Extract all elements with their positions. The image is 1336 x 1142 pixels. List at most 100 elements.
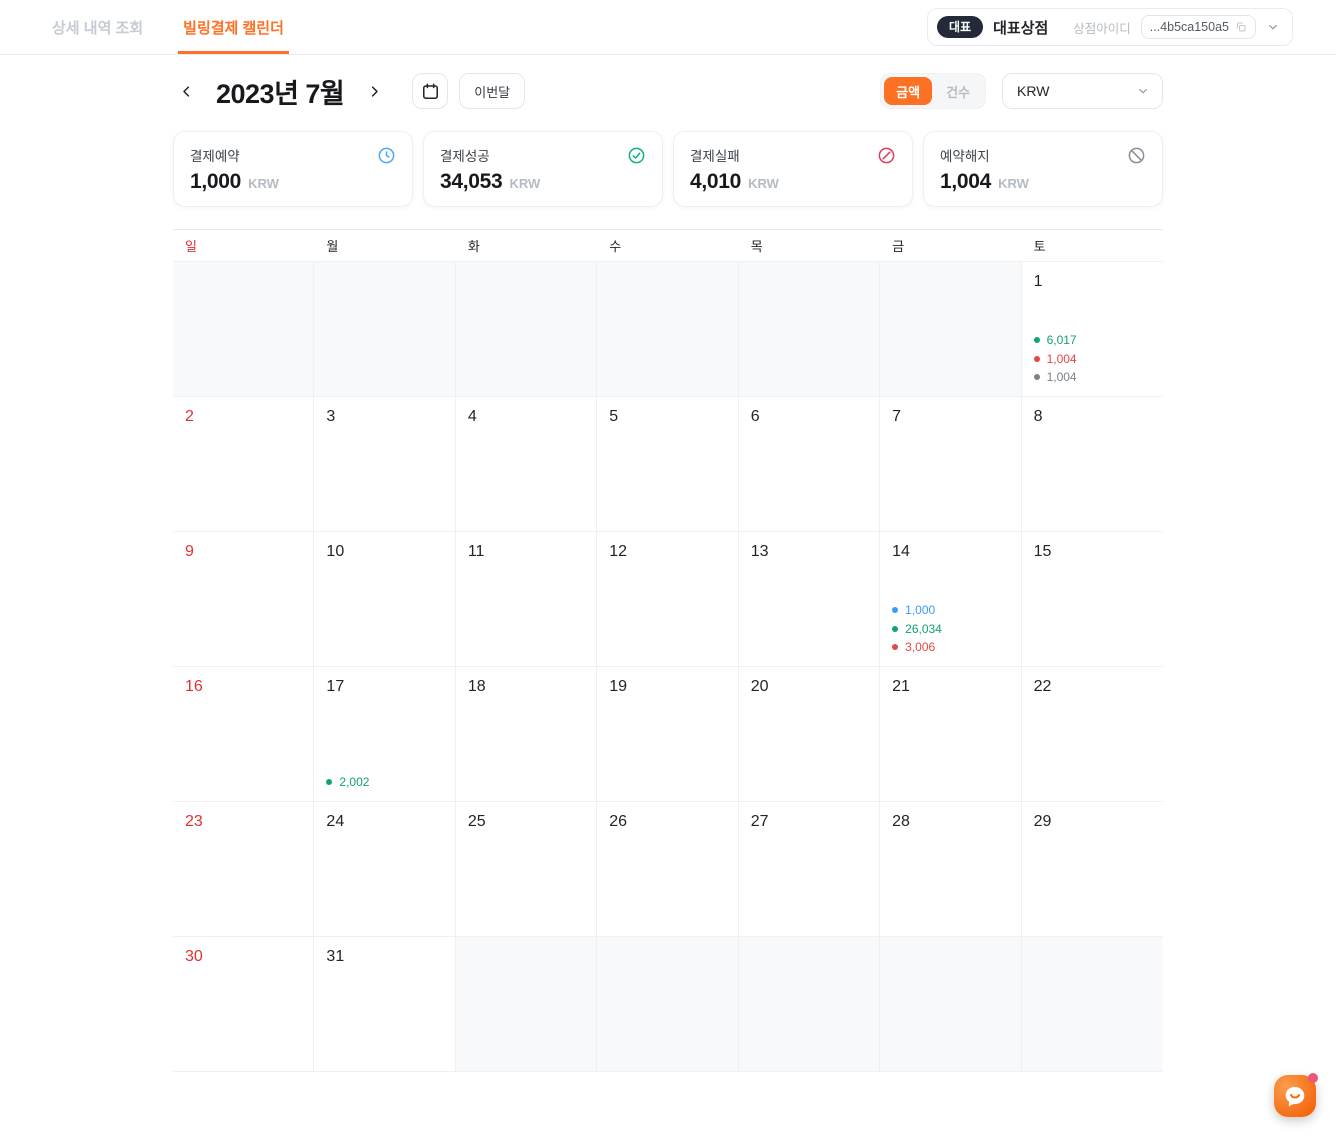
day-number: 5	[609, 407, 725, 426]
calendar-day-cell[interactable]: 19	[597, 667, 738, 802]
calendar-day-cell[interactable]: 12	[597, 532, 738, 667]
payment-entry: 1,000	[892, 603, 1008, 617]
card-payment-scheduled: 결제예약 1,000 KRW	[173, 131, 413, 207]
payment-entry: 2,002	[326, 775, 442, 789]
day-number: 25	[468, 812, 584, 831]
merchant-id-text: ...4b5ca150a5	[1150, 20, 1229, 34]
card-currency: KRW	[748, 176, 779, 191]
calendar-day-cell[interactable]: 25	[456, 802, 597, 937]
calendar-day-cell[interactable]: 9	[173, 532, 314, 667]
weekday-label: 일	[173, 236, 314, 255]
calendar-day-cell[interactable]: 11	[456, 532, 597, 667]
next-month-button[interactable]	[361, 78, 387, 104]
calendar-cell-empty	[739, 937, 880, 1072]
calendar-day-cell[interactable]: 22	[1022, 667, 1163, 802]
calendar-day-cell[interactable]: 5	[597, 397, 738, 532]
day-number: 3	[326, 407, 442, 426]
calendar-day-cell[interactable]: 3	[314, 397, 455, 532]
tab-billing-calendar[interactable]: 빌링결제 캘린더	[178, 0, 289, 54]
card-value: 1,004	[940, 170, 991, 194]
day-number: 15	[1034, 542, 1151, 561]
payment-entry: 6,017	[1034, 333, 1151, 347]
chevron-down-icon	[1136, 84, 1150, 98]
day-number: 31	[326, 947, 442, 966]
card-reservation-canceled: 예약해지 1,004 KRW	[923, 131, 1163, 207]
ban-icon	[1127, 146, 1146, 165]
unit-toggle-group: 금액 건수	[880, 73, 986, 109]
calendar-cell-empty	[597, 262, 738, 397]
day-number: 6	[751, 407, 867, 426]
calendar-day-cell[interactable]: 26	[597, 802, 738, 937]
entry-dot	[892, 644, 898, 650]
calendar-day-cell[interactable]: 23	[173, 802, 314, 937]
day-number: 9	[185, 542, 301, 561]
calendar-day-cell[interactable]: 16	[173, 667, 314, 802]
calendar-cell-empty	[880, 262, 1021, 397]
calendar-day-cell[interactable]: 24	[314, 802, 455, 937]
topbar: 상세 내역 조회 빌링결제 캘린더 대표 대표상점 상점아이디 ...4b5ca…	[0, 0, 1336, 55]
merchant-id-label: 상점아이디	[1073, 18, 1131, 37]
calendar-day-cell[interactable]: 16,0171,0041,004	[1022, 262, 1163, 397]
entry-value: 1,004	[1047, 352, 1077, 366]
calendar-day-cell[interactable]: 31	[314, 937, 455, 1072]
payment-entry: 1,004	[1034, 352, 1151, 366]
calendar-day-cell[interactable]: 21	[880, 667, 1021, 802]
currency-select[interactable]: KRW	[1002, 73, 1163, 109]
day-number: 17	[326, 677, 442, 696]
calendar-day-cell[interactable]: 17 2,002	[314, 667, 455, 802]
calendar-day-cell[interactable]: 29	[1022, 802, 1163, 937]
toggle-count-button[interactable]: 건수	[934, 77, 982, 105]
entry-dot	[326, 779, 332, 785]
calendar-day-cell[interactable]: 27	[739, 802, 880, 937]
copy-icon[interactable]	[1235, 21, 1247, 33]
this-month-button[interactable]: 이번달	[459, 73, 525, 109]
calendar-grid: 16,0171,0041,0042345678910111213141,0002…	[173, 262, 1163, 1072]
calendar-day-cell[interactable]: 20	[739, 667, 880, 802]
card-label: 결제성공	[440, 145, 490, 165]
chat-widget-button[interactable]	[1274, 1075, 1316, 1117]
calendar-day-cell[interactable]: 6	[739, 397, 880, 532]
calendar-day-cell[interactable]: 30	[173, 937, 314, 1072]
slash-circle-icon	[877, 146, 896, 165]
calendar-day-cell[interactable]: 15	[1022, 532, 1163, 667]
calendar-day-cell[interactable]: 4	[456, 397, 597, 532]
calendar-day-cell[interactable]: 7	[880, 397, 1021, 532]
billing-calendar: 일월화수목금토 16,0171,0041,0042345678910111213…	[173, 229, 1163, 1072]
date-picker-button[interactable]	[412, 73, 448, 109]
calendar-toolbar: 2023년 7월 이번달 금액 건수 KRW	[173, 73, 1163, 109]
entry-dot	[1034, 374, 1040, 380]
calendar-day-cell[interactable]: 13	[739, 532, 880, 667]
check-circle-icon	[627, 146, 646, 165]
calendar-cell-empty	[314, 262, 455, 397]
card-currency: KRW	[998, 176, 1029, 191]
tab-detail-history[interactable]: 상세 내역 조회	[47, 0, 148, 54]
card-label: 결제예약	[190, 145, 240, 165]
chevron-down-icon[interactable]	[1266, 20, 1280, 34]
payment-entry: 26,034	[892, 622, 1008, 636]
day-number: 18	[468, 677, 584, 696]
calendar-cell-empty	[456, 262, 597, 397]
day-number: 21	[892, 677, 1008, 696]
calendar-day-cell[interactable]: 8	[1022, 397, 1163, 532]
prev-month-button[interactable]	[173, 78, 199, 104]
day-number: 19	[609, 677, 725, 696]
entry-value: 26,034	[905, 622, 942, 636]
calendar-day-cell[interactable]: 10	[314, 532, 455, 667]
day-number: 11	[468, 542, 584, 561]
merchant-selector[interactable]: 대표 대표상점 상점아이디 ...4b5ca150a5	[927, 8, 1293, 46]
calendar-day-cell[interactable]: 18	[456, 667, 597, 802]
calendar-day-cell[interactable]: 2	[173, 397, 314, 532]
day-number: 22	[1034, 677, 1151, 696]
calendar-day-cell[interactable]: 28	[880, 802, 1021, 937]
summary-cards: 결제예약 1,000 KRW 결제성공	[173, 131, 1163, 207]
clock-icon	[377, 146, 396, 165]
merchant-id-value[interactable]: ...4b5ca150a5	[1141, 15, 1256, 39]
day-number: 23	[185, 812, 301, 831]
calendar-day-cell[interactable]: 141,00026,0343,006	[880, 532, 1021, 667]
card-label: 결제실패	[690, 145, 740, 165]
card-value: 4,010	[690, 170, 741, 194]
day-entries: 1,000 26,034 3,006	[892, 603, 1008, 654]
payment-entry: 3,006	[892, 640, 1008, 654]
calendar-icon	[421, 82, 440, 101]
toggle-amount-button[interactable]: 금액	[884, 77, 932, 105]
